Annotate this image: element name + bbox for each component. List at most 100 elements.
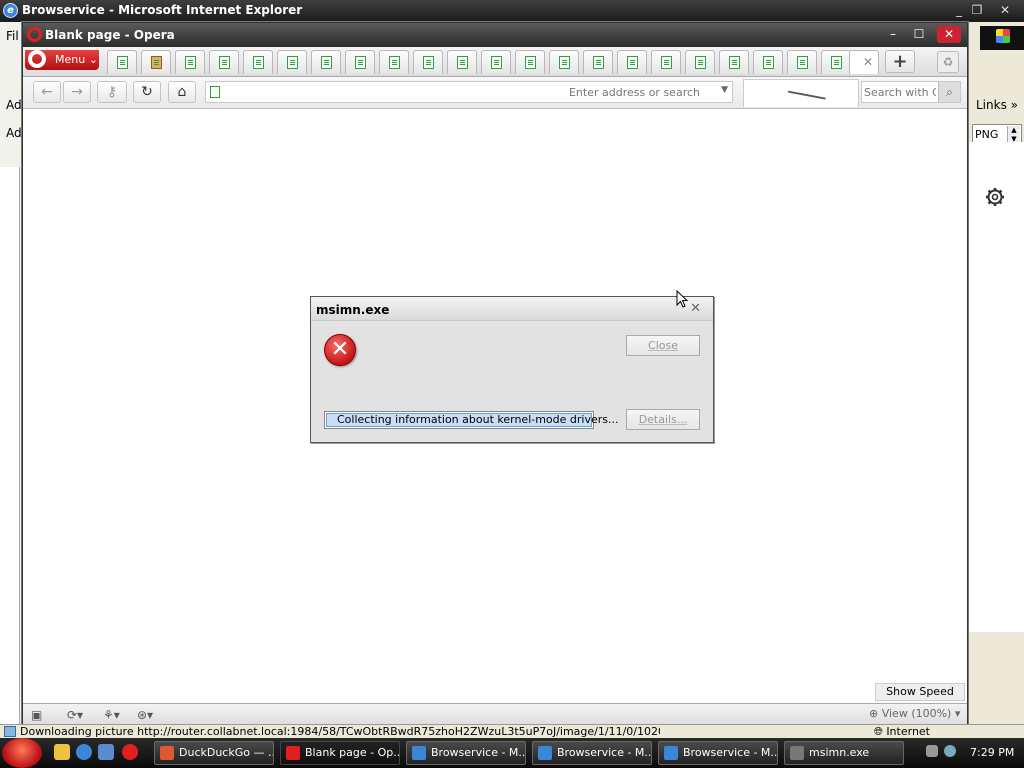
ie-close-button[interactable]: ✕ <box>994 2 1016 19</box>
page-icon <box>763 56 774 69</box>
home-button[interactable]: ⌂ <box>168 81 196 103</box>
browser-tab[interactable] <box>311 50 341 74</box>
task-label: msimn.exe <box>809 746 870 759</box>
dialog-title: msimn.exe <box>316 303 390 317</box>
browser-tab[interactable] <box>413 50 443 74</box>
browser-tab[interactable] <box>719 50 749 74</box>
show-speed-dial-button[interactable]: Show Speed Dial <box>875 683 965 714</box>
close-tab-icon[interactable]: ✕ <box>863 55 873 69</box>
taskbar-button[interactable]: Browservice - M... <box>658 741 778 765</box>
browser-tab[interactable] <box>787 50 817 74</box>
sync-icon[interactable]: ⟳▾ <box>67 707 83 723</box>
search-field[interactable]: ⌕ <box>861 81 961 103</box>
browser-tab[interactable] <box>617 50 647 74</box>
browser-tab[interactable] <box>379 50 409 74</box>
address-input[interactable] <box>224 83 704 101</box>
taskbar-button[interactable]: DuckDuckGo — ... <box>154 741 274 765</box>
page-icon <box>219 56 230 69</box>
forward-button[interactable]: → <box>63 81 91 103</box>
links-chevron-icon: » <box>1010 98 1018 112</box>
trash-icon[interactable]: ♻ <box>937 51 959 73</box>
ie-address-label: Ad <box>6 98 22 112</box>
new-tab-button[interactable]: + <box>885 50 915 73</box>
tab-preview-area <box>743 79 859 112</box>
active-tab[interactable]: ✕ <box>849 50 879 74</box>
page-icon <box>457 56 468 69</box>
taskbar-button[interactable]: Browservice - M... <box>532 741 652 765</box>
page-icon <box>627 56 638 69</box>
browser-tab[interactable] <box>345 50 375 74</box>
browser-tab[interactable] <box>277 50 307 74</box>
page-icon <box>389 56 400 69</box>
menu-label: Menu <box>55 53 86 66</box>
ie-links-toolbar[interactable]: Links » <box>976 98 1018 112</box>
gear-icon[interactable] <box>985 187 1005 207</box>
details-button[interactable]: Details... <box>626 409 700 430</box>
browser-tab[interactable] <box>141 50 171 74</box>
search-icon[interactable]: ⌕ <box>938 82 960 102</box>
taskbar-button[interactable]: msimn.exe <box>784 741 904 765</box>
page-icon <box>491 56 502 69</box>
opera-minimize-button[interactable]: – <box>881 26 905 43</box>
zoom-control[interactable]: ⊕ View (100%) ▾ <box>869 707 960 720</box>
quicklaunch-notepad-icon[interactable] <box>54 744 70 760</box>
browser-tab[interactable] <box>583 50 613 74</box>
key-icon[interactable]: ⚷ <box>97 81 127 103</box>
page-icon <box>253 56 264 69</box>
close-button[interactable]: Close <box>626 335 700 356</box>
chevron-down-icon: ⌄ <box>88 53 98 66</box>
dialog-close-icon[interactable]: ✕ <box>690 301 701 316</box>
ie-title-bar: e Browservice - Microsoft Internet Explo… <box>0 0 1024 22</box>
turbo-icon[interactable]: ⊛▾ <box>137 707 153 723</box>
page-icon <box>117 56 128 69</box>
ie-status-bar: Downloading picture http://router.collab… <box>0 724 1024 738</box>
zoom-label: View (100%) <box>881 707 952 720</box>
opera-tab-bar: Menu ⌄ ✕ + ♻ <box>23 47 967 77</box>
browser-tab[interactable] <box>481 50 511 74</box>
windows-logo-icon <box>996 29 1010 43</box>
address-bar[interactable]: ▼ <box>205 81 733 103</box>
download-page-icon <box>151 56 162 69</box>
ie-zone: 🌐︎ Internet <box>874 725 930 739</box>
task-app-icon <box>664 746 678 760</box>
task-app-icon <box>790 746 804 760</box>
opera-menu-logo-icon <box>28 50 46 68</box>
browser-tab[interactable] <box>243 50 273 74</box>
page-status-icon <box>4 726 16 737</box>
unite-icon[interactable]: ⚘▾ <box>103 707 120 723</box>
task-label: DuckDuckGo — ... <box>179 746 274 759</box>
browser-tab[interactable] <box>209 50 239 74</box>
taskbar-button[interactable]: Browservice - M... <box>406 741 526 765</box>
ie-file-menu[interactable]: Fil <box>6 29 19 43</box>
browser-tab[interactable] <box>651 50 681 74</box>
ie-restore-button[interactable]: ❐ <box>966 2 988 19</box>
reload-button[interactable]: ↻ <box>133 81 161 103</box>
network-icon[interactable] <box>926 745 938 757</box>
browser-tab[interactable] <box>447 50 477 74</box>
ie-page-edge <box>0 167 20 727</box>
panel-toggle-icon[interactable]: ▣ <box>31 707 42 723</box>
search-input[interactable] <box>864 84 936 100</box>
dialog-title-bar: msimn.exe ✕ <box>311 297 713 321</box>
browser-tab[interactable] <box>175 50 205 74</box>
quicklaunch-ie-icon[interactable] <box>76 744 92 760</box>
browser-tab[interactable] <box>685 50 715 74</box>
page-icon <box>797 56 808 69</box>
taskbar-button[interactable]: Blank page - Op... <box>280 741 400 765</box>
quicklaunch-mail-icon[interactable] <box>98 744 114 760</box>
browser-tab[interactable] <box>107 50 137 74</box>
task-label: Browservice - M... <box>683 746 778 759</box>
address-dropdown-icon[interactable]: ▼ <box>721 85 728 95</box>
error-dialog: msimn.exe ✕ ✕ Close Details... Collectin… <box>310 296 714 443</box>
browser-tab[interactable] <box>549 50 579 74</box>
browser-tab[interactable] <box>515 50 545 74</box>
start-button[interactable] <box>2 738 42 768</box>
browser-tab[interactable] <box>753 50 783 74</box>
opera-close-button[interactable]: ✕ <box>937 26 961 43</box>
browser-tab[interactable] <box>821 50 851 74</box>
back-button[interactable]: ← <box>33 81 61 103</box>
volume-icon[interactable] <box>944 745 956 757</box>
opera-menu-button[interactable]: Menu ⌄ <box>25 50 99 70</box>
opera-maximize-button[interactable]: ☐ <box>907 26 931 43</box>
quicklaunch-opera-icon[interactable] <box>122 744 138 760</box>
